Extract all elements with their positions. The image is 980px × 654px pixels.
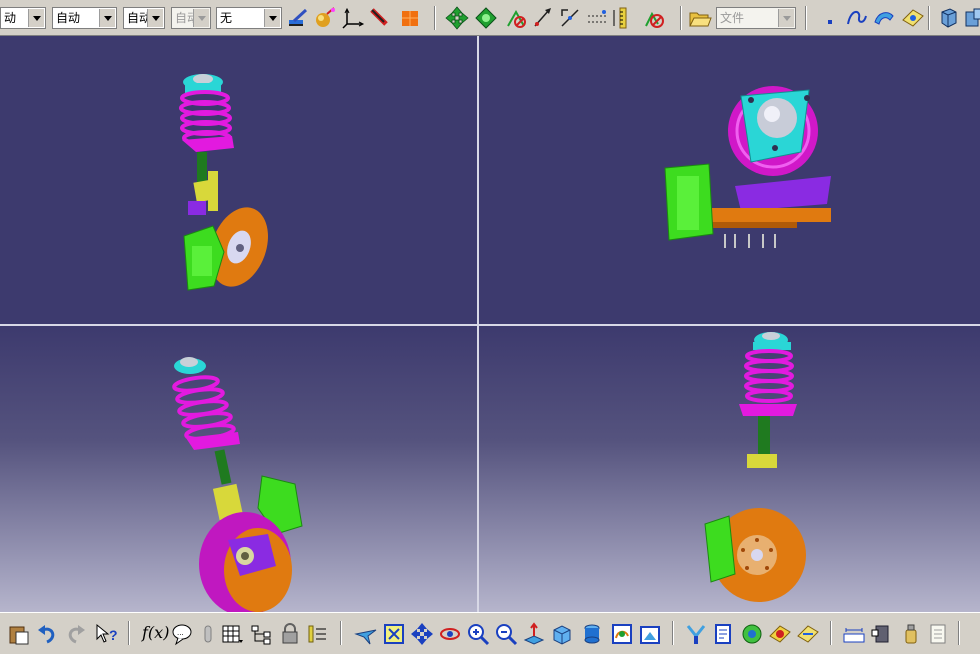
pen-icon[interactable] bbox=[368, 6, 392, 30]
normal-view-icon[interactable] bbox=[522, 622, 546, 646]
swap-visible-icon[interactable] bbox=[638, 622, 662, 646]
catalog-icon[interactable] bbox=[712, 622, 736, 646]
assembly-icon[interactable] bbox=[962, 6, 980, 30]
chevron-down-icon[interactable] bbox=[778, 9, 794, 27]
horizontal-viewport-splitter[interactable] bbox=[0, 324, 980, 326]
svg-text:?: ? bbox=[109, 627, 118, 643]
axis-system-icon[interactable] bbox=[341, 6, 365, 30]
sketch-icon[interactable] bbox=[531, 6, 555, 30]
tree-icon[interactable] bbox=[250, 622, 274, 646]
redo-icon[interactable] bbox=[64, 622, 88, 646]
undo-icon[interactable] bbox=[35, 622, 59, 646]
strut-assembly-side-view bbox=[704, 332, 806, 602]
svg-text:...: ... bbox=[177, 628, 184, 637]
measure-between-icon[interactable] bbox=[842, 622, 866, 646]
lock-icon[interactable] bbox=[278, 622, 302, 646]
surface-icon[interactable] bbox=[872, 6, 896, 30]
line-weight-combo[interactable]: 自动 bbox=[123, 7, 165, 29]
chevron-down-icon[interactable] bbox=[99, 9, 115, 27]
help-icon[interactable]: ? bbox=[94, 622, 118, 646]
formula-button[interactable]: f(x) bbox=[142, 623, 169, 642]
constraint-icon[interactable] bbox=[684, 622, 708, 646]
filter-value: 无 bbox=[220, 11, 233, 25]
snap-icon[interactable] bbox=[586, 6, 610, 30]
line-type-combo[interactable]: 自动 bbox=[52, 7, 117, 29]
viewport-top-right[interactable] bbox=[479, 36, 980, 324]
rotate-icon[interactable] bbox=[474, 6, 498, 30]
ruler-icon[interactable] bbox=[612, 6, 636, 30]
no-show-icon[interactable] bbox=[642, 6, 666, 30]
layer-combo[interactable]: 自动 bbox=[171, 7, 211, 29]
bottom-toolbar: ? f(x) ... bbox=[0, 612, 980, 654]
top-toolbar: 动 自动 自动 自动 无 文件 bbox=[0, 0, 980, 36]
rotate-view-icon[interactable] bbox=[438, 622, 462, 646]
strut-assembly-front-view bbox=[179, 74, 268, 291]
hide-show-icon[interactable] bbox=[610, 622, 634, 646]
render-mode-combo[interactable]: 动 bbox=[0, 7, 46, 29]
viewport-area[interactable] bbox=[0, 36, 980, 612]
curve-icon[interactable] bbox=[845, 6, 869, 30]
measure-icon[interactable] bbox=[504, 6, 528, 30]
apply-material-icon[interactable] bbox=[768, 622, 792, 646]
file-value: 文件 bbox=[720, 11, 745, 25]
chevron-down-icon[interactable] bbox=[147, 9, 163, 27]
texture-icon[interactable] bbox=[796, 622, 820, 646]
pan-icon[interactable] bbox=[445, 6, 469, 30]
strut-assembly-top-view bbox=[664, 86, 831, 248]
zoom-out-icon[interactable] bbox=[494, 622, 518, 646]
line-icon[interactable] bbox=[558, 6, 582, 30]
chevron-down-icon[interactable] bbox=[264, 9, 280, 27]
pan-view-icon[interactable] bbox=[410, 622, 434, 646]
render-mode-value: 动 bbox=[4, 11, 17, 25]
fit-all-icon[interactable] bbox=[382, 622, 406, 646]
shading-icon[interactable] bbox=[580, 622, 604, 646]
chevron-down-icon[interactable] bbox=[193, 9, 209, 27]
knowledge-icon[interactable] bbox=[196, 622, 220, 646]
filter-combo[interactable]: 无 bbox=[216, 7, 282, 29]
measure-item-icon[interactable] bbox=[870, 622, 894, 646]
painter-icon[interactable] bbox=[286, 6, 310, 30]
list-icon[interactable] bbox=[306, 622, 330, 646]
strut-assembly-isometric-view bbox=[172, 357, 303, 612]
viewport-bottom-left[interactable] bbox=[0, 326, 477, 612]
paste-icon[interactable] bbox=[6, 622, 30, 646]
chevron-down-icon[interactable] bbox=[28, 9, 44, 27]
zoom-in-icon[interactable] bbox=[466, 622, 490, 646]
notes-icon[interactable] bbox=[926, 622, 950, 646]
color-fill-icon[interactable] bbox=[398, 6, 422, 30]
inertia-icon[interactable] bbox=[898, 622, 922, 646]
iso-view-icon[interactable] bbox=[550, 622, 574, 646]
point-icon[interactable] bbox=[818, 6, 842, 30]
part-body-icon[interactable] bbox=[936, 6, 960, 30]
line-type-value: 自动 bbox=[56, 11, 81, 25]
open-folder-icon[interactable] bbox=[688, 6, 712, 30]
comment-icon[interactable]: ... bbox=[170, 622, 194, 646]
sheet-icon[interactable] bbox=[901, 6, 925, 30]
file-combo[interactable]: 文件 bbox=[716, 7, 796, 29]
material-icon[interactable] bbox=[313, 6, 337, 30]
viewport-top-left[interactable] bbox=[0, 36, 477, 324]
fly-mode-icon[interactable] bbox=[354, 622, 378, 646]
table-icon[interactable] bbox=[220, 622, 244, 646]
analysis-icon[interactable] bbox=[740, 622, 764, 646]
viewport-bottom-right[interactable] bbox=[479, 326, 980, 612]
